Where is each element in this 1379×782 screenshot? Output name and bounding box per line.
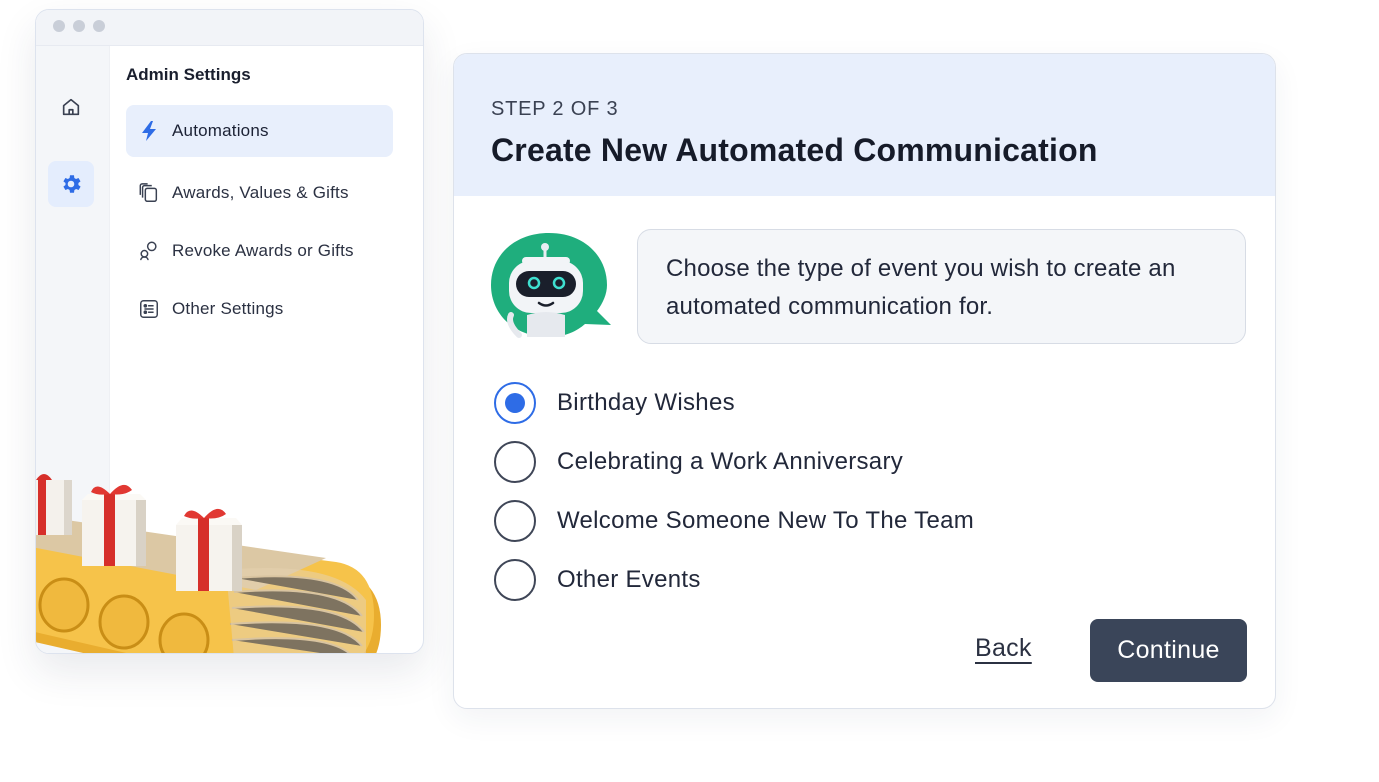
option-label: Celebrating a Work Anniversary — [557, 448, 904, 475]
menu-item-label: Awards, Values & Gifts — [172, 183, 349, 202]
radio-button-selected[interactable] — [494, 382, 536, 424]
menu-item-revoke-awards[interactable]: Revoke Awards or Gifts — [126, 225, 393, 277]
list-settings-icon — [138, 298, 160, 320]
menu-item-other-settings[interactable]: Other Settings — [126, 283, 393, 335]
wizard-title: Create New Automated Communication — [491, 132, 1098, 168]
option-label: Other Events — [557, 566, 701, 593]
wizard-header: STEP 2 OF 3 Create New Automated Communi… — [454, 54, 1275, 196]
home-icon — [62, 98, 80, 116]
stack-icon — [138, 182, 160, 204]
option-birthday-wishes[interactable]: Birthday Wishes — [494, 381, 735, 425]
option-other-events[interactable]: Other Events — [494, 558, 701, 602]
settings-nav-button[interactable] — [48, 161, 94, 207]
continue-button[interactable]: Continue — [1090, 619, 1247, 682]
radio-button[interactable] — [494, 441, 536, 483]
panel-title: Admin Settings — [126, 65, 251, 84]
menu-item-awards-values-gifts[interactable]: Awards, Values & Gifts — [126, 167, 393, 219]
admin-settings-window: Admin Settings Automations Awards, Value… — [35, 9, 424, 654]
gift-conveyor-illustration — [36, 474, 381, 653]
radio-button[interactable] — [494, 559, 536, 601]
radio-button[interactable] — [494, 500, 536, 542]
lightning-icon — [138, 120, 160, 142]
step-indicator: STEP 2 OF 3 — [491, 98, 619, 120]
menu-item-label: Revoke Awards or Gifts — [172, 241, 354, 260]
wizard-card: STEP 2 OF 3 Create New Automated Communi… — [453, 53, 1276, 709]
prompt-bubble: Choose the type of event you wish to cre… — [637, 229, 1246, 344]
option-work-anniversary[interactable]: Celebrating a Work Anniversary — [494, 440, 903, 484]
robot-assistant-avatar — [491, 233, 611, 338]
gear-icon — [63, 175, 81, 193]
window-dot — [93, 20, 105, 32]
home-nav-button[interactable] — [48, 84, 94, 130]
menu-item-automations[interactable]: Automations — [126, 105, 393, 157]
revoke-icon — [138, 240, 160, 262]
option-label: Welcome Someone New To The Team — [557, 507, 975, 534]
window-title-bar — [36, 10, 423, 46]
window-dot — [53, 20, 65, 32]
option-welcome-new-member[interactable]: Welcome Someone New To The Team — [494, 499, 974, 543]
window-dot — [73, 20, 85, 32]
menu-item-label: Other Settings — [172, 299, 284, 318]
option-label: Birthday Wishes — [557, 389, 735, 416]
back-button[interactable]: Back — [975, 634, 1032, 663]
menu-item-label: Automations — [172, 121, 269, 140]
